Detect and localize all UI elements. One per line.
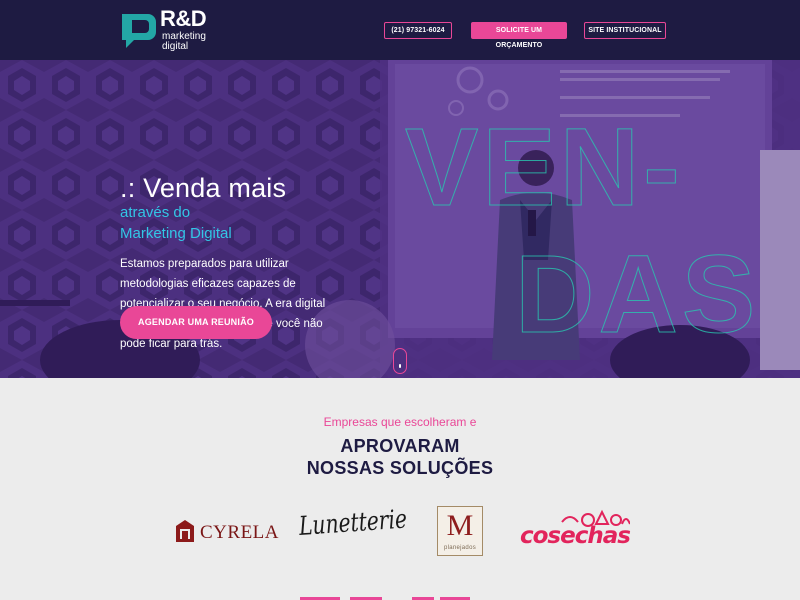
hero-section: VEN- DAS .: Venda mais através do Market… (0, 60, 800, 378)
scroll-dot (399, 364, 401, 368)
cyrela-wordmark: CYRELA (200, 522, 279, 543)
request-quote-button[interactable]: SOLICITE UM ORÇAMENTO (471, 22, 567, 49)
logo-mark-icon (122, 14, 156, 48)
clients-kicker: Empresas que escolheram e (323, 415, 477, 429)
institutional-site-button[interactable]: SITE INSTITUCIONAL (584, 22, 666, 39)
cosechas-wordmark: cosechas (520, 523, 631, 549)
schedule-meeting-button[interactable]: AGENDAR UMA REUNIÃO (120, 306, 272, 339)
client-logo-cyrela: CYRELA (176, 518, 279, 546)
client-logo-lunetterie: Lunetterie (298, 504, 408, 556)
logo-subtitle-2: digital (162, 41, 189, 52)
hero-description: Estamos preparados para utilizar metodol… (120, 258, 326, 350)
client-logo-cosechas: cosechas (520, 508, 632, 554)
site-header: R&D marketing digital (21) 97321-6024 SO… (0, 0, 800, 60)
clients-title-line2: NOSSAS SOLUÇÕES (306, 458, 494, 478)
hero-title: .: Venda mais (120, 173, 287, 203)
hero-watermark-line1: VEN- (405, 106, 684, 229)
hero-watermark-line2: DAS (515, 233, 759, 356)
client-logo-m-planejados: M planejados (437, 506, 483, 556)
more-client-logos-partial (300, 597, 470, 600)
logo-title: R&D (160, 6, 207, 31)
lunetterie-wordmark: Lunetterie (298, 504, 408, 542)
scroll-down-icon[interactable] (393, 348, 407, 374)
m-planejados-letter: M (446, 509, 474, 542)
hero-subtitle-line2: Marketing Digital (120, 225, 232, 242)
brand-logo[interactable]: R&D marketing digital (118, 8, 228, 52)
hero-subtitle-line1: através do (120, 204, 191, 221)
cyrela-house-icon (176, 520, 194, 542)
clients-title-line1: APROVARAM (340, 436, 460, 456)
m-planejados-sub: planejados (443, 545, 477, 551)
phone-button[interactable]: (21) 97321-6024 (384, 22, 452, 39)
